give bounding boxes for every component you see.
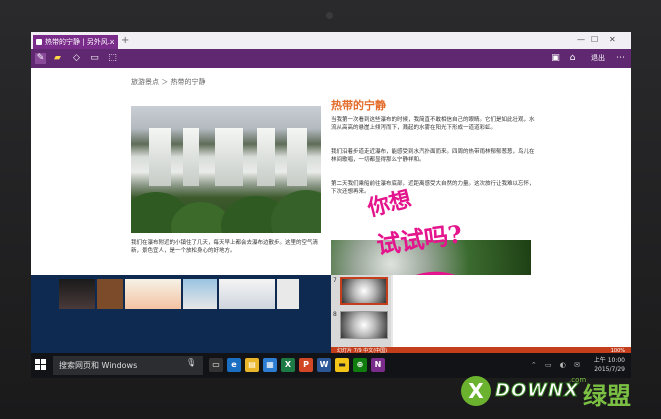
pen-tool-icon[interactable]: ✎ [35, 53, 46, 64]
tab-title: 热带的宁静 | 另外风... [45, 38, 115, 46]
thumbnail-window[interactable] [219, 279, 275, 309]
onenote-icon[interactable]: N [371, 358, 385, 372]
save-icon[interactable]: ▣ [550, 53, 561, 64]
note-tool-icon[interactable]: ▭ [89, 53, 100, 64]
slide-canvas[interactable] [393, 275, 631, 347]
file-explorer-icon[interactable]: ▤ [245, 358, 259, 372]
search-input[interactable]: 搜索网页和 Windows [53, 356, 203, 375]
more-icon[interactable]: ⋯ [615, 53, 626, 64]
slide-number: 7 [333, 277, 337, 284]
thumbnail-window[interactable] [125, 279, 181, 309]
taskbar: 搜索网页和 Windows 🎙 ▭ e ▤ ▦ X P W ▬ ⊕ N ⌃ ▭ … [31, 353, 631, 378]
tab-close-button[interactable]: × [109, 35, 115, 49]
article-paragraph-4: 我们在瀑布附近的小镇住了几天，每天早上都会去瀑布边散步。这里的空气清新，景色宜人… [131, 240, 319, 254]
clip-tool-icon[interactable]: ⬚ [107, 53, 118, 64]
clock-time: 上午 10:00 [593, 357, 625, 364]
slide-thumbnail[interactable] [340, 277, 388, 305]
waterfall-photo [131, 106, 321, 233]
close-window-button[interactable]: ✕ [609, 34, 616, 46]
powerpoint-icon[interactable]: P [299, 358, 313, 372]
article-paragraph-1: 当我第一次看到这些瀑布的时候，我简直不敢相信自己的眼睛。它们是如此壮观，水流从高… [331, 117, 535, 131]
clock[interactable]: 上午 10:00 2015/7/29 [594, 356, 625, 374]
thumbnail-window[interactable] [97, 279, 123, 309]
camera [326, 12, 333, 19]
thumbnail-window[interactable] [277, 279, 299, 309]
share-icon[interactable]: ⌂ [567, 53, 578, 64]
thumbnail-window[interactable] [183, 279, 217, 309]
store-icon[interactable]: ▦ [263, 358, 277, 372]
xbox-icon[interactable]: ⊕ [353, 358, 367, 372]
watermark-brand: 绿盟 [583, 382, 631, 410]
powerpoint-window: 7 8 幻灯片 7/9 中文(中国) 100% [331, 275, 631, 361]
clock-date: 2015/7/29 [594, 366, 625, 373]
breadcrumb: 旅游景点 ＞ 热带的宁静 [131, 78, 206, 86]
start-button[interactable] [35, 359, 47, 371]
sticky-notes-icon[interactable]: ▬ [335, 358, 349, 372]
slide-number: 8 [333, 311, 337, 318]
tablet-bezel: 热带的宁静 | 另外风... × + — ☐ ✕ ✎ ▰ ◇ ▭ ⬚ ▣ ⌂ 退… [0, 0, 661, 419]
edge-icon[interactable]: e [227, 358, 241, 372]
article-title: 热带的宁静 [331, 99, 386, 112]
article-paragraph-2: 我们沿着步道走近瀑布，能感受到水汽扑面而来。四周的热带雨林郁郁葱葱，鸟儿在林间歌… [331, 149, 535, 163]
slide-panel: 7 8 [331, 275, 391, 347]
microphone-icon[interactable]: 🎙 [186, 358, 196, 367]
screen: 热带的宁静 | 另外风... × + — ☐ ✕ ✎ ▰ ◇ ▭ ⬚ ▣ ⌂ 退… [31, 32, 631, 378]
tab-bar: 热带的宁静 | 另外风... × + — ☐ ✕ [31, 32, 631, 49]
highlighter-tool-icon[interactable]: ▰ [52, 53, 63, 64]
excel-icon[interactable]: X [281, 358, 295, 372]
eraser-tool-icon[interactable]: ◇ [71, 53, 82, 64]
thumbnail-window[interactable] [59, 279, 95, 309]
task-view-icon[interactable]: ▭ [209, 358, 223, 372]
minimize-button[interactable]: — [577, 34, 585, 46]
watermark-logo-icon: X [461, 376, 491, 406]
favicon-icon [36, 39, 42, 45]
slide-thumbnail[interactable] [340, 311, 388, 339]
new-tab-button[interactable]: + [121, 34, 129, 48]
exit-button[interactable]: 退出 [591, 52, 605, 65]
page-content: 旅游景点 ＞ 热带的宁静 热带的宁静 当我第一次看到这些瀑布的时候，我简直不敢相… [31, 68, 631, 275]
article-paragraph-3: 第二天我们乘船前往瀑布底部，近距离感受大自然的力量。这次旅行让我难以忘怀，下次还… [331, 181, 535, 195]
browser-tab[interactable]: 热带的宁静 | 另外风... × [33, 35, 118, 49]
web-note-toolbar: ✎ ▰ ◇ ▭ ⬚ ▣ ⌂ 退出 ⋯ [31, 49, 631, 68]
maximize-button[interactable]: ☐ [591, 34, 598, 46]
word-icon[interactable]: W [317, 358, 331, 372]
downxia-watermark: X DOWNX .com 绿盟 [461, 376, 651, 416]
watermark-text: DOWNX [494, 380, 580, 402]
system-tray-icons[interactable]: ⌃ ▭ ◐ ✉ [531, 361, 583, 369]
